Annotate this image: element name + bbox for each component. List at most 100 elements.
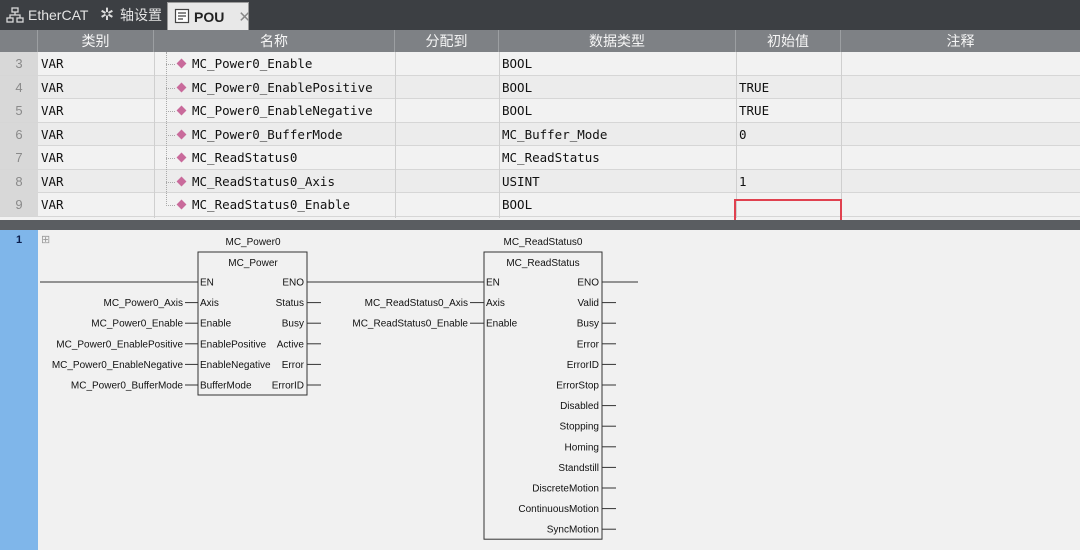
table-row[interactable]: 4 VAR MC_Power0_EnablePositive BOOL TRUE <box>0 75 1080 99</box>
variable-name: MC_Power0_EnableNegative <box>192 103 373 118</box>
block-type-name: MC_ReadStatus <box>506 258 579 269</box>
cell-comment[interactable] <box>842 170 1079 193</box>
ladder-canvas[interactable]: MC_Power0 MC_Power EN Axis MC_Power0_Axis Ena… <box>0 230 1080 550</box>
row-number[interactable]: 4 <box>0 75 38 99</box>
cell-assign[interactable] <box>396 52 498 75</box>
cell-comment[interactable] <box>842 123 1079 146</box>
output-pin-label: Valid <box>578 298 600 309</box>
cell-init[interactable] <box>737 52 840 75</box>
cell-type[interactable]: USINT <box>500 170 735 193</box>
cell-assign[interactable] <box>396 123 498 146</box>
variable-icon <box>176 129 187 139</box>
cell-category[interactable]: VAR <box>39 146 153 169</box>
column-header-comment[interactable]: 注释 <box>841 30 1080 52</box>
cell-name[interactable]: MC_Power0_BufferMode <box>176 123 394 146</box>
output-pin-label: Status <box>276 298 304 309</box>
variable-icon <box>176 176 187 186</box>
row-number[interactable]: 6 <box>0 122 38 146</box>
cell-category[interactable]: VAR <box>39 99 153 122</box>
cell-type[interactable]: BOOL <box>500 76 735 99</box>
cell-name[interactable]: MC_Power0_EnableNegative <box>176 99 394 122</box>
tab-label: 轴设置 <box>120 7 162 23</box>
variable-name: MC_ReadStatus0_Enable <box>192 197 351 212</box>
input-variable: MC_Power0_EnableNegative <box>52 360 184 371</box>
cell-assign[interactable] <box>396 193 498 216</box>
cell-category[interactable]: VAR <box>39 170 153 193</box>
cell-category[interactable]: VAR <box>39 193 153 216</box>
tab-axis-settings[interactable]: ✲ 轴设置 <box>92 0 164 30</box>
cell-comment[interactable] <box>842 76 1079 99</box>
table-row[interactable]: 5 VAR MC_Power0_EnableNegative BOOL TRUE <box>0 99 1080 123</box>
cell-name[interactable]: MC_ReadStatus0_Enable <box>176 193 394 216</box>
column-header-name[interactable]: 名称 <box>154 30 395 52</box>
close-icon[interactable]: ✕ <box>238 8 251 26</box>
output-pin-label: Standstill <box>558 463 599 474</box>
network-icon <box>6 6 24 24</box>
cell-assign[interactable] <box>396 99 498 122</box>
row-number[interactable]: 9 <box>0 193 38 216</box>
cell-type[interactable]: BOOL <box>500 99 735 122</box>
column-header-type[interactable]: 数据类型 <box>499 30 736 52</box>
column-divider <box>736 52 737 218</box>
column-header-category[interactable]: 类别 <box>38 30 154 52</box>
cell-init[interactable]: TRUE <box>737 99 840 122</box>
block-instance-name: MC_ReadStatus0 <box>504 237 583 248</box>
cell-comment[interactable] <box>842 146 1079 169</box>
output-pin-label: ErrorID <box>272 381 304 392</box>
row-number[interactable]: 5 <box>0 99 38 122</box>
cell-init[interactable] <box>737 146 840 169</box>
cell-comment[interactable] <box>842 193 1079 216</box>
table-row[interactable]: 7 VAR MC_ReadStatus0 MC_ReadStatus <box>0 146 1080 170</box>
cell-init[interactable]: 1 <box>737 170 840 193</box>
column-header-init[interactable]: 初始值 <box>736 30 841 52</box>
cell-init[interactable]: 0 <box>737 123 840 146</box>
row-number[interactable]: 7 <box>0 146 38 169</box>
row-number[interactable]: 8 <box>0 169 38 193</box>
tab-label: POU <box>194 8 225 25</box>
column-divider <box>841 52 842 218</box>
column-divider <box>499 52 500 218</box>
table-row[interactable]: 3 VAR MC_Power0_Enable BOOL <box>0 52 1080 76</box>
cell-name[interactable]: MC_ReadStatus0_Axis <box>176 170 394 193</box>
variable-icon <box>176 82 187 92</box>
variable-name: MC_Power0_Enable <box>192 56 313 71</box>
editor-tab-bar: EtherCAT ✲ 轴设置 POU ✕ <box>0 0 1080 30</box>
cell-comment[interactable] <box>842 99 1079 122</box>
input-variable: MC_ReadStatus0_Enable <box>352 319 468 330</box>
cell-assign[interactable] <box>396 76 498 99</box>
output-pin-label: SyncMotion <box>547 525 599 536</box>
variable-icon <box>176 105 187 116</box>
table-row[interactable]: 9 VAR MC_ReadStatus0_Enable BOOL <box>0 193 1080 217</box>
input-variable: MC_ReadStatus0_Axis <box>365 298 468 309</box>
cell-category[interactable]: VAR <box>39 123 153 146</box>
cell-name[interactable]: MC_Power0_Enable <box>176 52 394 75</box>
cell-assign[interactable] <box>396 170 498 193</box>
tab-ethercat[interactable]: EtherCAT <box>0 0 88 30</box>
column-header-assign[interactable]: 分配到 <box>395 30 499 52</box>
cell-name[interactable]: MC_ReadStatus0 <box>176 146 394 169</box>
column-divider <box>154 52 155 218</box>
table-row[interactable]: 6 VAR MC_Power0_BufferMode MC_Buffer_Mode 0 <box>0 122 1080 146</box>
output-pin-label: DiscreteMotion <box>532 484 599 495</box>
output-pin-label: Busy <box>282 319 304 330</box>
cell-category[interactable]: VAR <box>39 76 153 99</box>
cell-type[interactable]: BOOL <box>500 193 735 216</box>
row-number[interactable]: 3 <box>0 52 38 75</box>
cell-type[interactable]: MC_Buffer_Mode <box>500 123 735 146</box>
cell-init[interactable]: TRUE <box>737 76 840 99</box>
cell-type[interactable]: MC_ReadStatus <box>500 146 735 169</box>
tab-pou[interactable]: POU ✕ <box>167 2 251 30</box>
variable-name: MC_Power0_BufferMode <box>192 126 343 142</box>
pane-splitter[interactable] <box>0 220 1080 230</box>
input-pin-label: EN <box>200 278 214 289</box>
cell-category[interactable]: VAR <box>39 52 153 75</box>
cell-type[interactable]: BOOL <box>500 52 735 75</box>
table-row[interactable]: 8 VAR MC_ReadStatus0_Axis USINT 1 <box>0 169 1080 193</box>
tab-label: EtherCAT <box>28 7 89 23</box>
cell-assign[interactable] <box>396 146 498 169</box>
input-variable: MC_Power0_Enable <box>91 319 183 330</box>
cell-comment[interactable] <box>842 52 1079 75</box>
output-pin-label: ErrorID <box>567 360 599 371</box>
cell-name[interactable]: MC_Power0_EnablePositive <box>176 76 394 99</box>
input-variable: MC_Power0_Axis <box>104 298 183 309</box>
